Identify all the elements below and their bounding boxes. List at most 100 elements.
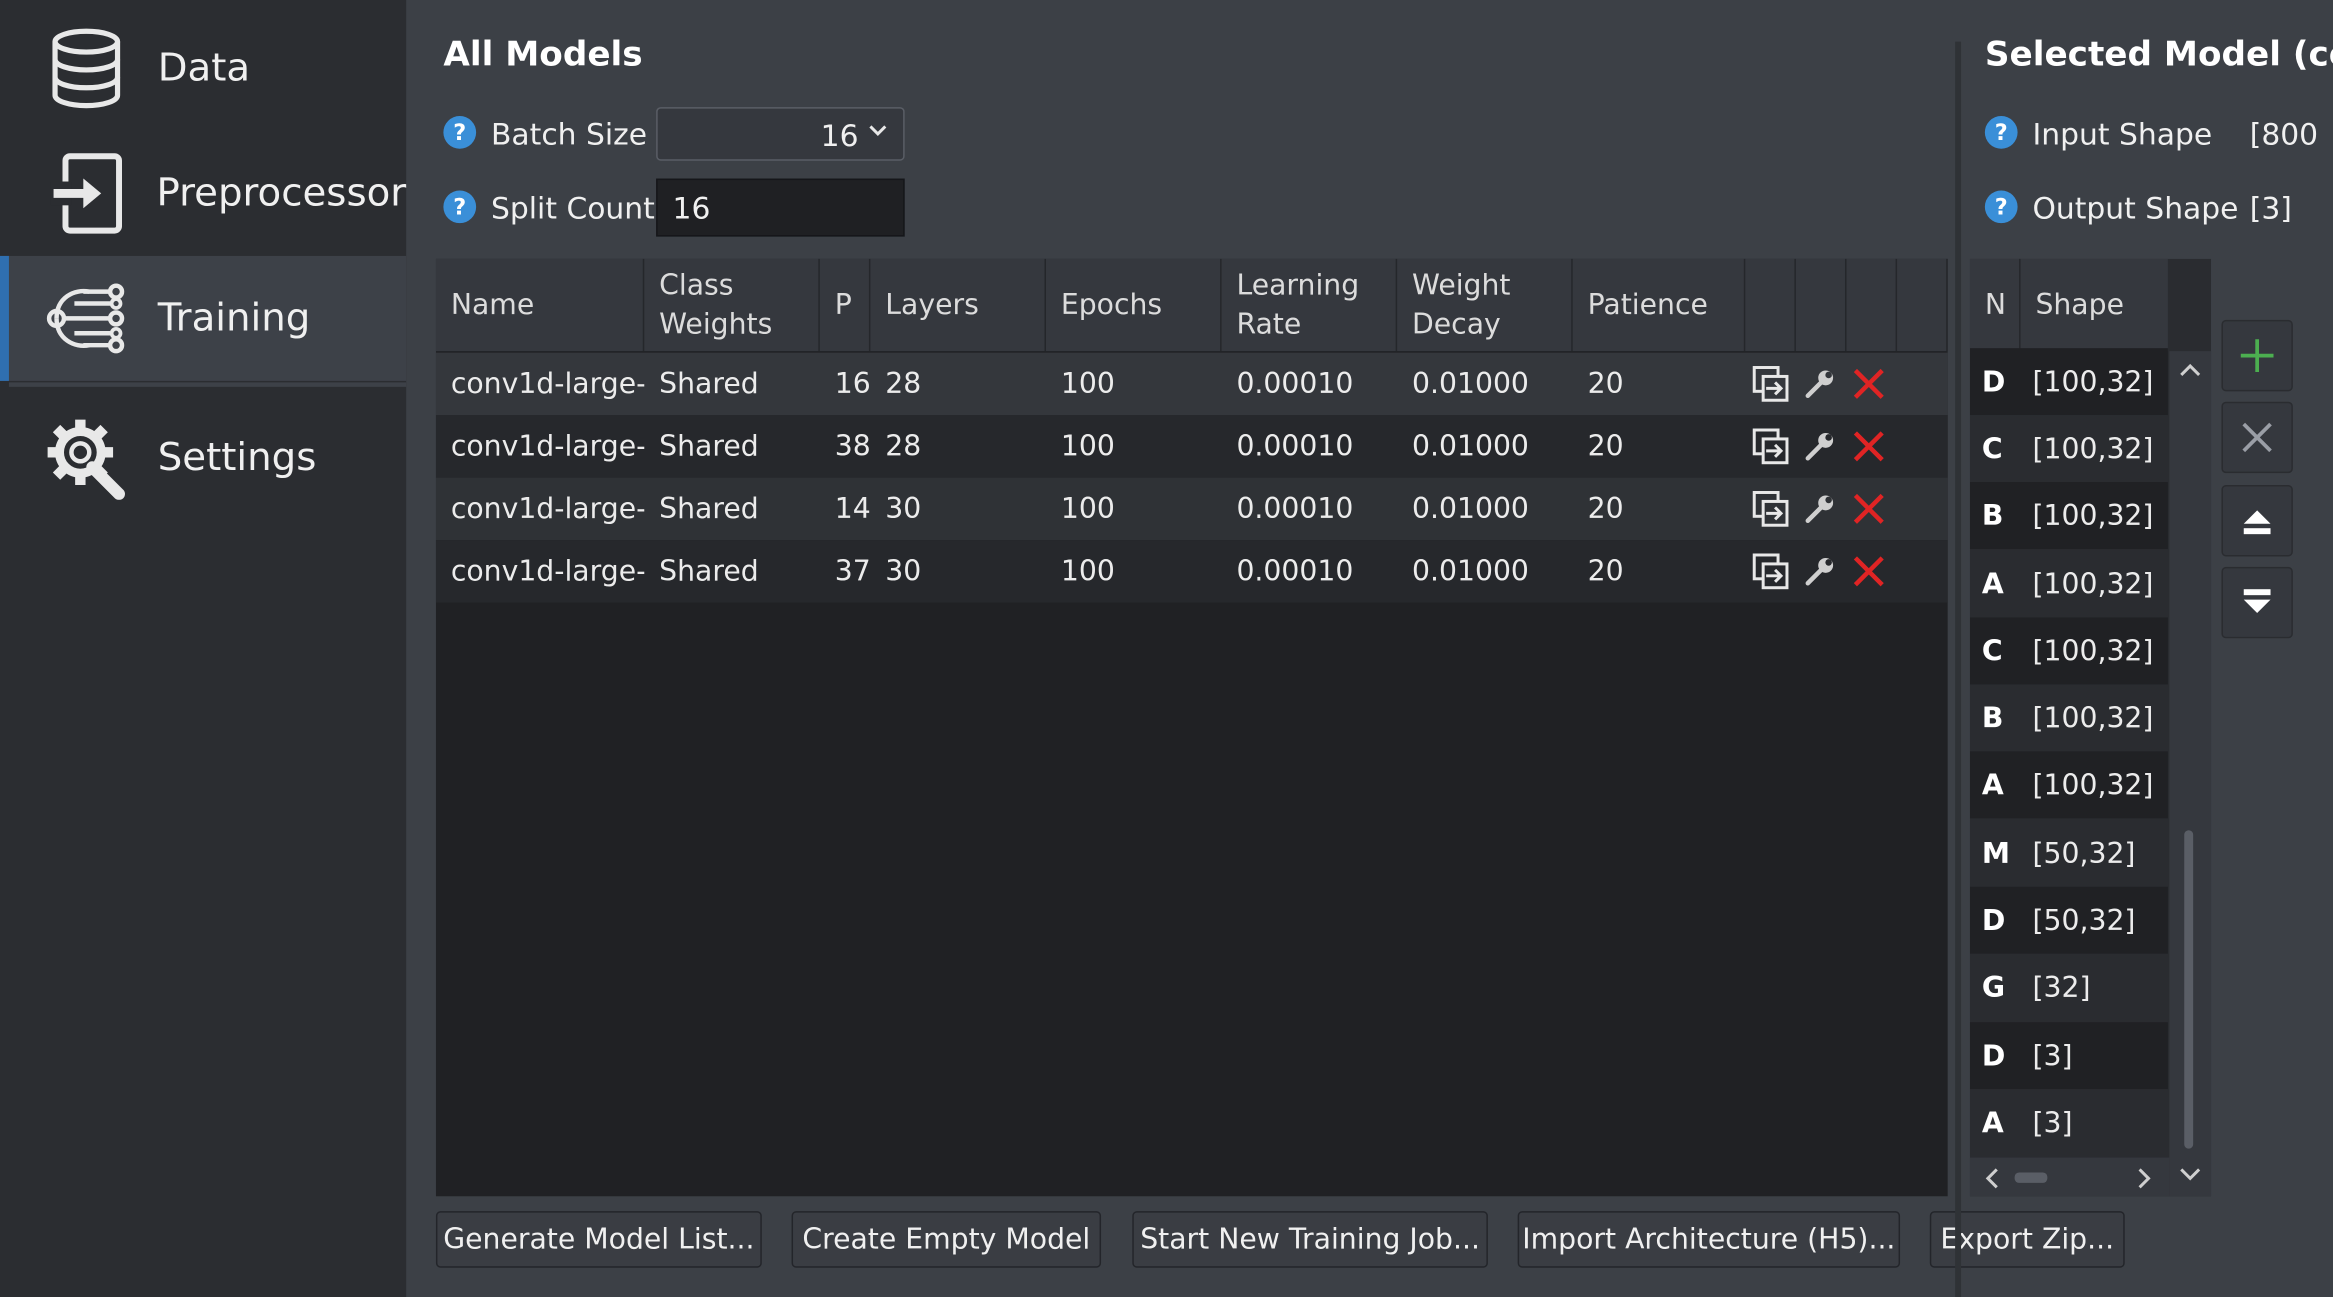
column-header-patience[interactable]: Patience xyxy=(1573,258,1746,352)
cell-class-weights: Shared xyxy=(659,367,759,401)
column-header-n[interactable]: N xyxy=(1970,258,2021,352)
move-up-button[interactable] xyxy=(2221,485,2293,557)
batch-size-value: 16 xyxy=(820,117,859,154)
cell-name: conv1d-large- xyxy=(450,367,645,401)
cell-epochs: 100 xyxy=(1060,367,1115,401)
duplicate-icon[interactable] xyxy=(1748,424,1793,469)
chevron-down-icon[interactable] xyxy=(2178,1167,2202,1185)
start-training-job-button[interactable]: Start New Training Job... xyxy=(1132,1211,1488,1268)
list-item[interactable]: D [100,32] xyxy=(1969,348,2168,416)
table-header: Name Class Weights P Layers Epochs Learn… xyxy=(435,258,1948,352)
column-header-name[interactable]: Name xyxy=(436,258,645,352)
generate-model-list-button[interactable]: Generate Model List... xyxy=(435,1211,762,1268)
cell-layers: 30 xyxy=(885,554,922,588)
eject-up-icon xyxy=(2243,510,2271,535)
table-row[interactable]: conv1d-large- Shared 38 28 100 0.00010 0… xyxy=(435,415,1948,478)
cell-learning-rate: 0.00010 xyxy=(1236,492,1354,526)
cell-epochs: 100 xyxy=(1060,492,1115,526)
column-header-layers[interactable]: Layers xyxy=(870,258,1046,352)
column-header-weight-decay[interactable]: Weight Decay xyxy=(1397,258,1573,352)
cell-epochs: 100 xyxy=(1060,430,1115,463)
wrench-icon[interactable] xyxy=(1797,549,1842,594)
wrench-icon[interactable] xyxy=(1797,424,1842,469)
cell-learning-rate: 0.00010 xyxy=(1236,430,1354,463)
wrench-icon[interactable] xyxy=(1797,487,1842,532)
remove-layer-button[interactable] xyxy=(2221,401,2293,474)
sidebar-item-label: Data xyxy=(157,46,251,91)
list-item[interactable]: A [3] xyxy=(1969,1089,2168,1157)
help-icon[interactable]: ? xyxy=(443,190,477,224)
cell-layers: 28 xyxy=(885,367,922,401)
models-table: Name Class Weights P Layers Epochs Learn… xyxy=(435,258,1948,1197)
input-shape-label: Input Shape xyxy=(2032,116,2213,152)
list-item[interactable]: G [32] xyxy=(1969,953,2168,1021)
wrench-icon[interactable] xyxy=(1797,362,1842,407)
list-item[interactable]: B [100,32] xyxy=(1969,482,2168,550)
help-icon[interactable]: ? xyxy=(1984,190,2018,224)
sidebar-item-settings[interactable]: Settings xyxy=(0,396,406,521)
eject-down-icon xyxy=(2243,589,2271,614)
cell-patience: 20 xyxy=(1587,367,1624,401)
delete-icon[interactable] xyxy=(1846,362,1891,407)
list-item[interactable]: C [100,32] xyxy=(1969,415,2168,483)
move-down-button[interactable] xyxy=(2221,566,2293,639)
create-empty-model-button[interactable]: Create Empty Model xyxy=(791,1211,1102,1268)
batch-size-label: Batch Size xyxy=(491,116,648,152)
list-item[interactable]: D [50,32] xyxy=(1969,886,2168,954)
column-header-action-4 xyxy=(1897,258,1948,352)
scrollbar-thumb[interactable] xyxy=(2014,1172,2048,1183)
list-item[interactable]: M [50,32] xyxy=(1969,819,2168,887)
duplicate-icon[interactable] xyxy=(1748,362,1793,407)
duplicate-icon[interactable] xyxy=(1748,487,1793,532)
list-item[interactable]: D [3] xyxy=(1969,1022,2168,1090)
vertical-scrollbar[interactable] xyxy=(2169,351,2212,1197)
table-row[interactable]: conv1d-large- Shared 16 28 100 0.00010 0… xyxy=(435,352,1948,416)
delete-icon[interactable] xyxy=(1846,549,1891,594)
chevron-up-icon[interactable] xyxy=(2178,360,2202,378)
cell-class-weights: Shared xyxy=(659,554,759,588)
sidebar-item-training[interactable]: Training xyxy=(0,255,407,381)
sidebar-item-label: Preprocessor xyxy=(156,171,407,216)
table-row[interactable]: conv1d-large- Shared 37 30 100 0.00010 0… xyxy=(435,540,1948,603)
column-header-learning-rate[interactable]: Learning Rate xyxy=(1222,258,1398,352)
cell-patience: 20 xyxy=(1587,554,1624,588)
sidebar-item-preprocessor[interactable]: Preprocessor xyxy=(0,131,406,256)
chevron-left-icon[interactable] xyxy=(1982,1167,2000,1191)
batch-size-select[interactable]: 16 xyxy=(656,107,905,161)
column-header-action-3 xyxy=(1846,258,1898,352)
cell-p: 14 xyxy=(834,492,871,526)
column-header-class-weights[interactable]: Class Weights xyxy=(644,258,820,352)
column-header-epochs[interactable]: Epochs xyxy=(1046,258,1222,352)
column-header-p[interactable]: P xyxy=(820,258,871,352)
cell-weight-decay: 0.01000 xyxy=(1412,554,1529,588)
sidebar: Data Preprocessor Training Settings xyxy=(0,0,407,1297)
network-icon xyxy=(42,274,131,363)
list-item[interactable]: A [100,32] xyxy=(1969,550,2168,618)
column-header-shape[interactable]: Shape xyxy=(2021,259,2168,351)
list-item[interactable]: C [100,32] xyxy=(1969,617,2168,685)
chevron-right-icon[interactable] xyxy=(2137,1167,2155,1191)
cell-learning-rate: 0.00010 xyxy=(1236,554,1354,588)
cell-name: conv1d-large- xyxy=(450,430,645,463)
split-count-input[interactable] xyxy=(656,178,905,237)
panel-divider[interactable] xyxy=(1955,41,1962,1297)
delete-icon[interactable] xyxy=(1846,487,1891,532)
input-shape-value: [800 xyxy=(2249,116,2319,152)
help-icon[interactable]: ? xyxy=(1984,116,2018,149)
list-item[interactable]: B [100,32] xyxy=(1969,684,2168,752)
scrollbar-thumb[interactable] xyxy=(2184,830,2194,1149)
layer-shape-table: N Shape D [100,32] C [100,32] B [100,32] A[… xyxy=(1969,258,2212,1197)
duplicate-icon[interactable] xyxy=(1748,549,1793,594)
help-icon[interactable]: ? xyxy=(443,116,477,149)
list-item[interactable]: A [100,32] xyxy=(1969,751,2168,819)
horizontal-scrollbar[interactable] xyxy=(1969,1157,2170,1197)
add-layer-button[interactable] xyxy=(2221,319,2293,392)
sidebar-item-data[interactable]: Data xyxy=(0,6,406,131)
delete-icon[interactable] xyxy=(1846,424,1891,469)
split-count-label: Split Count xyxy=(491,190,655,227)
app-window: Data Preprocessor Training Settings All … xyxy=(0,0,2333,1297)
table-row[interactable]: conv1d-large- Shared 14 30 100 0.00010 0… xyxy=(435,477,1948,541)
cell-epochs: 100 xyxy=(1060,554,1115,588)
import-architecture-button[interactable]: Import Architecture (H5)... xyxy=(1517,1211,1901,1268)
cell-class-weights: Shared xyxy=(659,430,759,463)
